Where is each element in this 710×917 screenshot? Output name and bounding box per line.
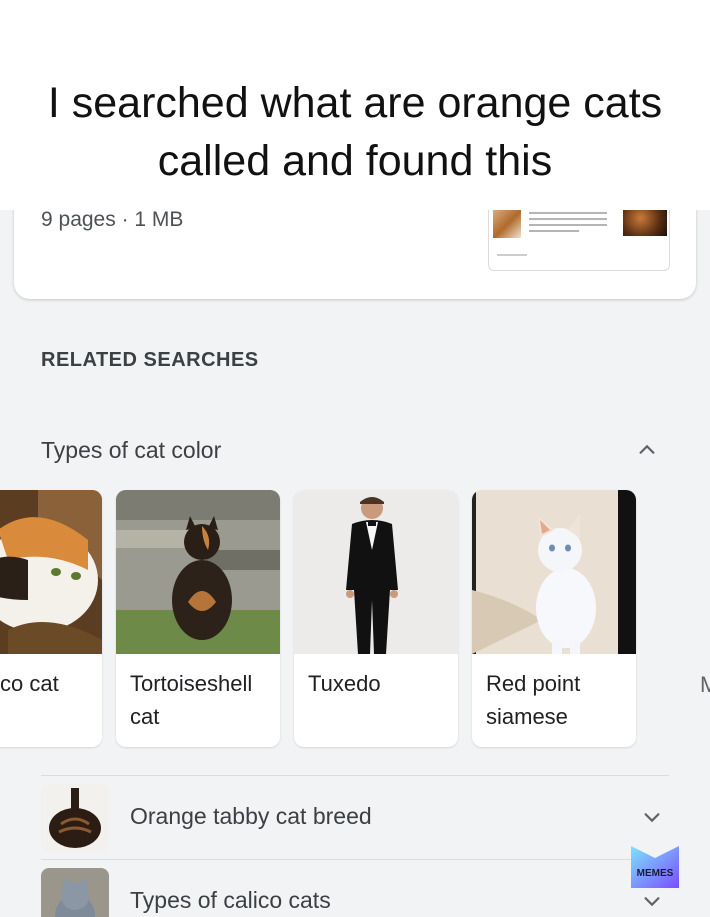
row-label: Orange tabby cat breed — [130, 803, 372, 829]
meme-caption: I searched what are orange cats called a… — [0, 74, 710, 190]
tile-label: Red point siamese — [486, 671, 581, 729]
thumb-text-line — [529, 212, 607, 214]
related-tile-tuxedo[interactable]: Tuxedo — [294, 490, 458, 747]
thumb-text-line — [529, 224, 607, 226]
related-tile-calico[interactable]: co cat — [0, 490, 102, 747]
thumb-photo-left — [493, 210, 521, 238]
caption-line-1: I searched what are orange cats — [47, 79, 663, 127]
related-tile-red-point-siamese[interactable]: Red point siamese — [472, 490, 636, 747]
chevron-down-icon[interactable] — [641, 890, 663, 912]
result-card[interactable]: 9 pages · 1 MB — [14, 210, 696, 299]
man-in-tuxedo-photo — [294, 490, 458, 654]
tortoiseshell-cat-photo — [116, 490, 280, 654]
red-point-siamese-photo — [472, 490, 636, 654]
tile-label: Tuxedo — [308, 671, 381, 696]
thumb-footer — [497, 254, 527, 256]
search-results-screenshot: 9 pages · 1 MB RELATED SEARCHES Types of… — [0, 210, 710, 917]
tile-label: Tortoiseshell cat — [130, 671, 253, 729]
chevron-down-icon[interactable] — [641, 806, 663, 828]
row-thumbnail-tabby — [41, 784, 109, 852]
thumb-text-line — [529, 218, 607, 220]
related-searches-heading: RELATED SEARCHES — [41, 349, 259, 371]
calico-cat-photo — [0, 490, 102, 654]
row-label: Types of calico cats — [130, 887, 331, 913]
next-tile-peek[interactable]: M — [700, 672, 710, 698]
thumb-photo-right — [623, 210, 667, 236]
related-row-orange-tabby[interactable]: Orange tabby cat breed — [41, 775, 669, 860]
memes-watermark-text: MEMES — [637, 868, 674, 879]
related-tile-tortoiseshell[interactable]: Tortoiseshell cat — [116, 490, 280, 747]
caption-line-2: called and found this — [157, 137, 553, 185]
thumb-text-line — [529, 230, 579, 232]
chevron-up-icon[interactable] — [636, 439, 658, 461]
related-row-calico-types[interactable]: Types of calico cats — [41, 859, 669, 917]
document-preview-thumbnail[interactable] — [488, 210, 670, 271]
memes-watermark-logo: MEMES — [631, 846, 679, 888]
row-thumbnail-calico — [41, 868, 109, 917]
result-meta: 9 pages · 1 MB — [41, 210, 184, 231]
group-label[interactable]: Types of cat color — [41, 437, 221, 464]
tile-label: co cat — [0, 671, 59, 696]
